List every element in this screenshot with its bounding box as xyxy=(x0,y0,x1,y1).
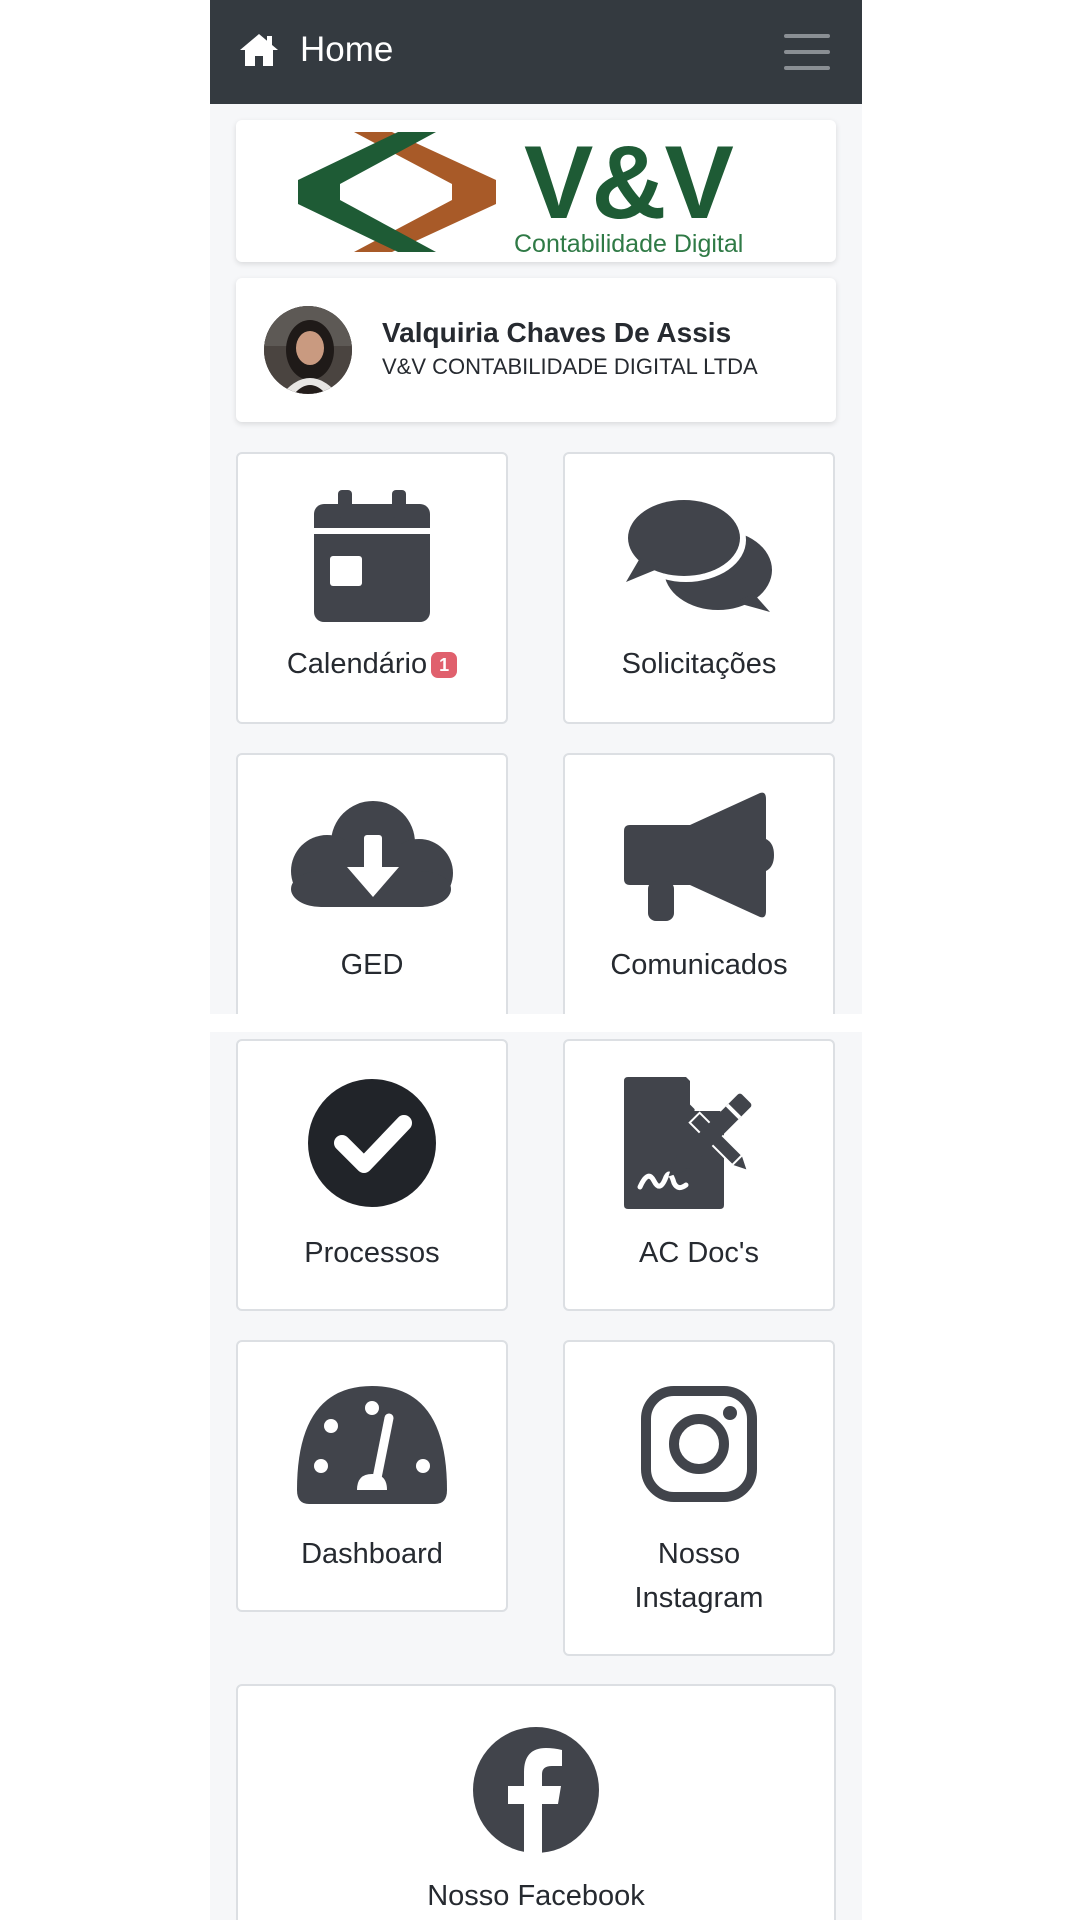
tile-dashboard[interactable]: Dashboard xyxy=(236,1340,508,1612)
tile-instagram-label: Nosso Instagram xyxy=(565,1532,833,1620)
gauge-icon xyxy=(297,1386,447,1504)
tile-calendario[interactable]: Calendário 1 xyxy=(236,452,508,724)
tile-processos-label: Processos xyxy=(304,1237,440,1269)
tile-solicitacoes-label: Solicitações xyxy=(621,648,777,680)
tile-ged[interactable]: GED xyxy=(236,753,508,1025)
instagram-icon xyxy=(641,1386,757,1502)
logo-tagline: Contabilidade Digital xyxy=(514,230,744,258)
tile-instagram[interactable]: Nosso Instagram xyxy=(563,1340,835,1656)
tile-dashboard-label: Dashboard xyxy=(301,1538,443,1570)
logo-chevrons-icon xyxy=(298,132,496,252)
megaphone-icon xyxy=(624,792,774,921)
cloud-download-icon xyxy=(291,801,453,907)
page-title: Home xyxy=(300,30,394,69)
section-divider xyxy=(210,1014,862,1032)
tile-processos[interactable]: Processos xyxy=(236,1039,508,1311)
tile-calendario-label: Calendário xyxy=(286,648,428,680)
tile-facebook[interactable]: Nosso Facebook xyxy=(236,1684,836,1920)
tile-ac-docs[interactable]: AC Doc's xyxy=(563,1039,835,1311)
signature-document-icon xyxy=(624,1077,752,1209)
user-profile-card[interactable]: Valquiria Chaves De Assis V&V CONTABILID… xyxy=(236,278,836,422)
top-navbar: Home xyxy=(210,0,862,104)
tile-facebook-label: Nosso Facebook xyxy=(427,1880,645,1912)
app-container: Home V&V Contabilidade Digital Valquiria… xyxy=(210,0,862,1920)
user-company: V&V CONTABILIDADE DIGITAL LTDA xyxy=(382,354,758,379)
tile-instagram-label-line1: Nosso xyxy=(657,1538,741,1570)
tile-comunicados[interactable]: Comunicados xyxy=(563,753,835,1025)
company-logo-banner: V&V Contabilidade Digital xyxy=(236,120,836,262)
user-name: Valquiria Chaves De Assis xyxy=(382,317,732,348)
hamburger-menu-icon[interactable] xyxy=(784,33,830,71)
logo-wordmark: V&V xyxy=(524,125,734,241)
tile-solicitacoes[interactable]: Solicitações xyxy=(563,452,835,724)
chat-bubbles-icon xyxy=(626,498,772,612)
calendar-icon xyxy=(314,490,430,622)
avatar xyxy=(264,306,352,394)
tile-instagram-label-line2: Instagram xyxy=(634,1582,764,1614)
tile-label: Calendário 1 xyxy=(238,642,506,686)
home-icon[interactable] xyxy=(238,32,280,68)
avatar-photo xyxy=(264,306,352,394)
tile-ged-label: GED xyxy=(340,949,404,981)
tile-comunicados-label: Comunicados xyxy=(610,949,788,981)
tile-ac-docs-label: AC Doc's xyxy=(639,1237,759,1269)
facebook-icon xyxy=(473,1727,599,1854)
check-circle-icon xyxy=(308,1079,436,1207)
notification-badge: 1 xyxy=(431,652,458,679)
